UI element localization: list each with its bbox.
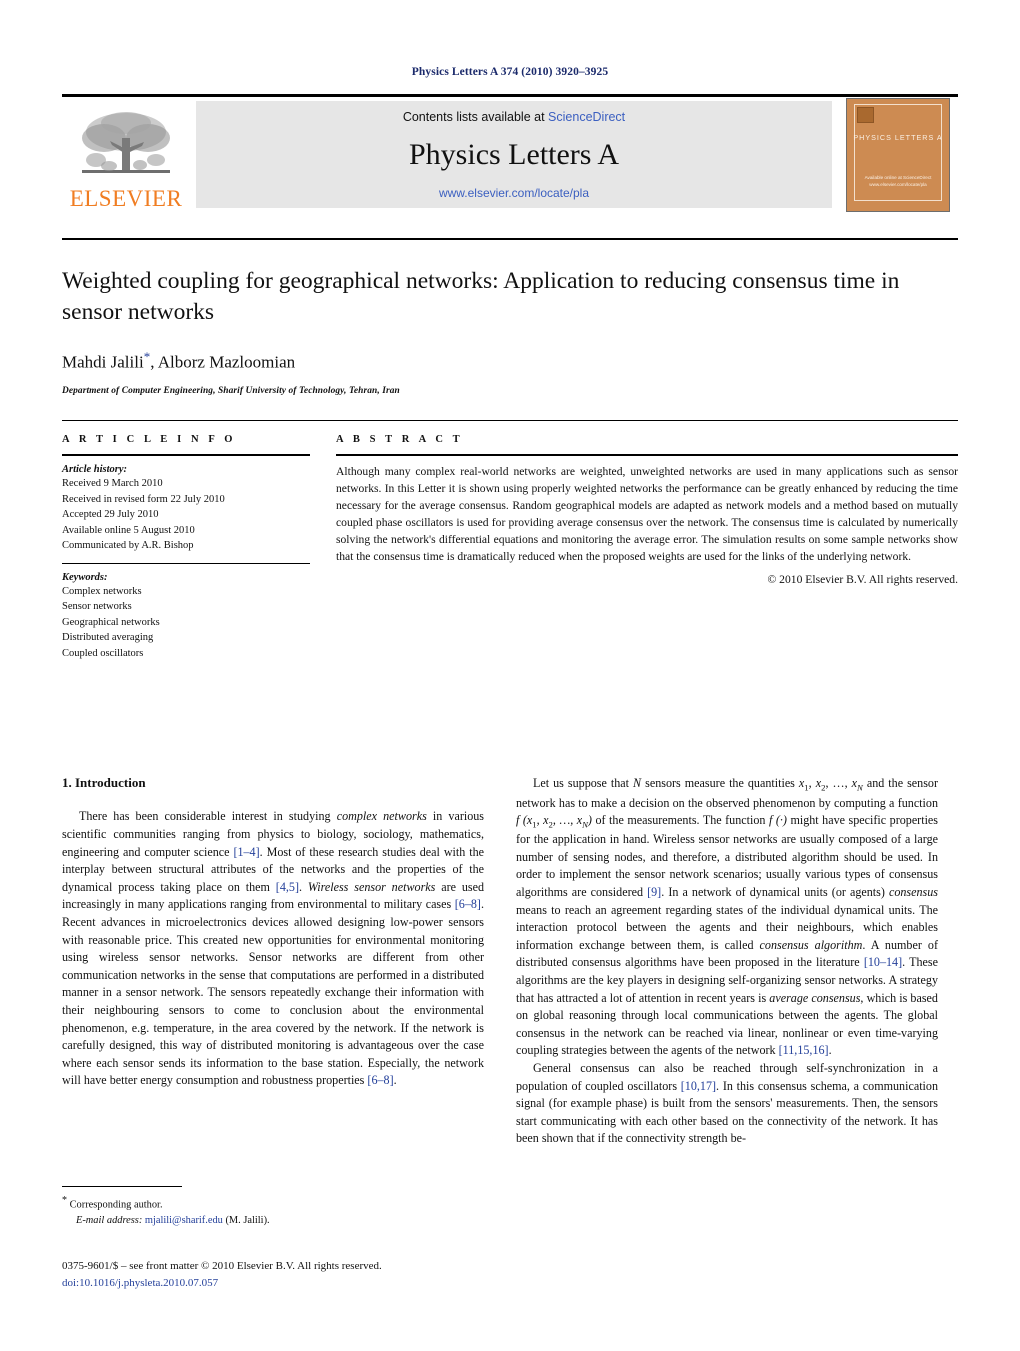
keywords-rule	[62, 562, 310, 564]
article-info-heading: A R T I C L E I N F O	[62, 434, 237, 446]
elsevier-logo: ELSEVIER	[62, 97, 190, 212]
history-item: Accepted 29 July 2010	[62, 509, 159, 521]
doi-link[interactable]: doi:10.1016/j.physleta.2010.07.057	[62, 1275, 532, 1292]
citation-link[interactable]: [4,5]	[276, 880, 299, 894]
emphasis-run: Wireless sensor networks	[307, 879, 436, 894]
footnote-rule	[62, 1186, 182, 1187]
issn-front-matter: 0375-9601/$ – see front matter © 2010 El…	[62, 1260, 382, 1272]
affiliation: Department of Computer Engineering, Shar…	[62, 386, 400, 397]
keyword-item: Complex networks	[62, 585, 142, 597]
paper-page: Physics Letters A 374 (2010) 3920–3925 E…	[0, 0, 1020, 1351]
citation-link[interactable]: [11,15,16]	[779, 1043, 829, 1057]
abstract-heading: A B S T R A C T	[336, 434, 464, 446]
article-info-rule	[62, 454, 310, 457]
footnote-corresponding: * Corresponding author.	[62, 1193, 484, 1213]
citation-link[interactable]: [9]	[647, 885, 661, 899]
cover-art: PHYSICS LETTERS A Available online at Sc…	[846, 97, 950, 212]
journal-banner: Contents lists available at ScienceDirec…	[196, 101, 832, 208]
history-item: Communicated by A.R. Bishop	[62, 540, 194, 552]
abstract-text: Although many complex real-world network…	[336, 465, 958, 563]
cover-footer-text: Available online at ScienceDirect www.el…	[864, 174, 932, 187]
running-head: Physics Letters A 374 (2010) 3920–3925	[411, 66, 609, 78]
text-run: .	[298, 879, 308, 894]
article-history-label: Article history:	[62, 464, 128, 476]
citation-link[interactable]: [1–4]	[233, 845, 259, 859]
body-columns: 1. Introduction There has been considera…	[62, 661, 958, 1147]
text-run: There has been considerable interest in …	[79, 809, 337, 824]
keyword-item: Coupled oscillators	[62, 647, 144, 659]
math-variable: f (·)	[768, 813, 787, 828]
article-info-column: A R T I C L E I N F O Article history: R…	[62, 434, 310, 661]
history-item: Available online 5 August 2010	[62, 524, 195, 536]
info-abstract-row: A R T I C L E I N F O Article history: R…	[62, 421, 958, 661]
paragraph-intro-1: There has been considerable interest in …	[62, 808, 484, 1090]
body-column-left: 1. Introduction There has been considera…	[62, 775, 484, 1147]
text-run: . In a network of dynamical units (or ag…	[661, 885, 889, 899]
emphasis-run: consensus	[888, 885, 939, 899]
imprint-block: 0375-9601/$ – see front matter © 2010 El…	[62, 1258, 532, 1291]
citation-link[interactable]: [10–14]	[864, 955, 902, 969]
journal-homepage-link[interactable]: www.elsevier.com/locate/pla	[439, 186, 589, 200]
history-item: Received 9 March 2010	[62, 478, 163, 490]
email-owner: (M. Jalili).	[225, 1215, 270, 1227]
math-variable: , x	[808, 776, 822, 791]
keyword-item: Distributed averaging	[62, 632, 154, 644]
paragraph-right-2: General consensus can also be reached th…	[516, 1060, 938, 1148]
text-run: . Recent advances in microelectronics de…	[62, 897, 484, 1088]
citation-link[interactable]: [6–8]	[367, 1073, 393, 1087]
paragraph-right-1: Let us suppose that N sensors measure th…	[516, 775, 938, 1059]
footnote-block: * Corresponding author. E-mail address: …	[62, 1186, 484, 1229]
emphasis-run: average consensus	[769, 990, 861, 1005]
email-link[interactable]: mjalili@sharif.edu	[145, 1215, 223, 1226]
elsevier-wordmark: ELSEVIER	[69, 186, 183, 211]
math-variable: N	[633, 776, 642, 791]
page-title: Weighted coupling for geographical netwo…	[62, 268, 900, 326]
author-secondary: , Alborz Mazloomian	[150, 352, 296, 372]
footnote-corresponding-text: Corresponding author.	[69, 1199, 163, 1211]
text-run: Let us suppose that	[533, 776, 634, 791]
text-run: , …,	[825, 776, 852, 791]
footnote-marker: *	[62, 1195, 67, 1206]
abstract-rule	[336, 454, 958, 457]
journal-title: Physics Letters A	[409, 138, 619, 171]
contents-lists-prefix: Contents lists available at	[402, 110, 545, 124]
journal-masthead: ELSEVIER Contents lists available at Sci…	[62, 94, 958, 212]
cover-publisher-chip-icon	[857, 106, 874, 123]
author-primary: Mahdi Jalili	[62, 352, 144, 372]
abstract-column: A B S T R A C T Although many complex re…	[336, 434, 958, 661]
text-run: .	[828, 1043, 832, 1058]
article-title-block: Weighted coupling for geographical netwo…	[62, 240, 958, 396]
cover-journal-title: PHYSICS LETTERS A	[853, 132, 943, 142]
history-item: Received in revised form 22 July 2010	[62, 493, 225, 505]
footnote-email: E-mail address: mjalili@sharif.edu (M. J…	[62, 1213, 484, 1229]
abstract-copyright: © 2010 Elsevier B.V. All rights reserved…	[767, 572, 958, 586]
email-address-label: E-mail address:	[76, 1215, 143, 1227]
emphasis-run: consensus algorithm	[759, 937, 863, 952]
text-run: sensors measure the quantities	[641, 776, 799, 791]
keyword-item: Geographical networks	[62, 616, 160, 628]
citation-link[interactable]: [10,17]	[681, 1079, 716, 1093]
math-variable: f (x	[516, 813, 533, 828]
section-heading-introduction: 1. Introduction	[62, 775, 146, 791]
math-variable: , x	[536, 813, 549, 828]
keyword-item: Sensor networks	[62, 601, 132, 613]
keywords-label: Keywords:	[62, 571, 108, 583]
text-run: of the measurements. The function	[591, 813, 769, 828]
elsevier-tree-icon	[74, 108, 178, 186]
citation-link[interactable]: [6–8]	[455, 897, 481, 911]
sciencedirect-link[interactable]: ScienceDirect	[548, 110, 625, 124]
author-list: Mahdi Jalili*, Alborz Mazloomian	[62, 349, 958, 373]
contents-lists-line: Contents lists available at ScienceDirec…	[403, 110, 625, 124]
body-column-right: Let us suppose that N sensors measure th…	[516, 775, 938, 1147]
math-variable: , …, x	[552, 813, 583, 828]
journal-cover-thumbnail[interactable]: PHYSICS LETTERS A Available online at Sc…	[838, 97, 958, 212]
text-run: .	[393, 1073, 397, 1088]
emphasis-run: complex networks	[336, 809, 427, 824]
